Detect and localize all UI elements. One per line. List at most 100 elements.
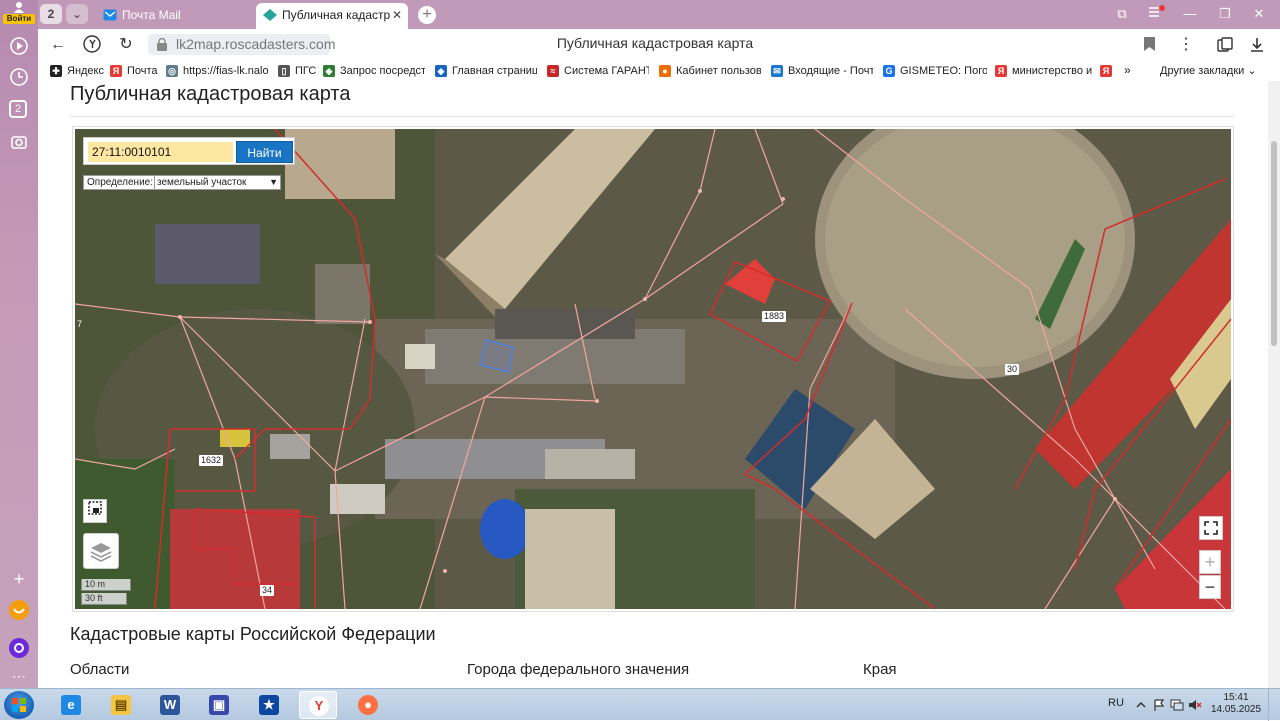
page-heading: Публичная кадастровая карта: [70, 83, 351, 105]
action-center-flag-icon[interactable]: [1152, 698, 1166, 712]
tabs-count-badge[interactable]: 2: [9, 100, 27, 118]
bookmark-item[interactable]: Яминистерство и: [995, 63, 1095, 79]
windows-taskbar: e ▤ W ▣ ★ Y ● RU 15:41 14.05.2025: [0, 688, 1280, 721]
reload-icon[interactable]: ↻: [116, 35, 136, 55]
map-frame: Найти Определение: земельный участок▼ 7 …: [72, 126, 1234, 612]
bookmark-item[interactable]: ✚ Яндекс: [50, 63, 110, 79]
tabs-panel-icon[interactable]: ⧉: [1111, 5, 1133, 23]
parcel-label: 34: [260, 585, 275, 596]
url-field[interactable]: lk2map.roscadasters.com: [148, 34, 336, 55]
yandex-icon: Я: [1100, 65, 1112, 77]
bookmark-item[interactable]: Я: [1100, 63, 1118, 79]
bookmark-icon[interactable]: [1144, 37, 1155, 51]
more-apps-icon[interactable]: ⋯: [9, 666, 29, 686]
url-text: lk2map.roscadasters.com: [176, 36, 336, 52]
camera-icon[interactable]: [9, 132, 29, 152]
tab-cadastral-map[interactable]: Публичная кадастровая карта ✕: [256, 3, 408, 29]
zoom-in-button[interactable]: +: [1199, 550, 1221, 574]
column-heading-territories: Края: [863, 661, 897, 678]
zoom-out-button[interactable]: −: [1199, 575, 1221, 599]
tray-expand-icon[interactable]: [1134, 698, 1148, 712]
volume-muted-icon[interactable]: [1188, 698, 1202, 712]
garant-icon: ≈: [547, 65, 559, 77]
tab-list-chevron-icon[interactable]: ⌄: [66, 4, 88, 24]
login-label: Войти: [3, 14, 35, 24]
page-content: Публичная кадастровая карта 27:11:001010…: [38, 81, 1268, 688]
other-bookmarks[interactable]: Другие закладки ⌄: [1160, 63, 1257, 79]
satellite-map[interactable]: Найти Определение: земельный участок▼ 7 …: [75, 129, 1231, 609]
bookmark-item[interactable]: ≈ Система ГАРАНТ: [547, 63, 649, 79]
bookmark-item[interactable]: ▯ ПГС: [278, 63, 318, 79]
definition-select[interactable]: земельный участок ▼: [154, 176, 280, 189]
page-scrollbar[interactable]: [1268, 81, 1280, 688]
divider: [70, 116, 1234, 117]
taskbar-blue-app[interactable]: ★: [250, 691, 288, 719]
system-clock[interactable]: 15:41 14.05.2025: [1208, 692, 1264, 716]
bookmark-item[interactable]: ◈ Главная страница: [435, 63, 537, 79]
bookmark-item[interactable]: ◎ https://fias-lk.nalo: [166, 63, 270, 79]
select-area-icon[interactable]: [83, 499, 107, 523]
browser-side-rail: Войти 2 + ⋯: [0, 0, 38, 688]
scale-imperial: 30 ft: [81, 593, 127, 605]
input-language[interactable]: RU: [1108, 697, 1124, 709]
tab-counter[interactable]: 2: [40, 4, 62, 24]
layers-button[interactable]: [83, 533, 119, 569]
tab-title: Публичная кадастровая карта: [282, 8, 390, 22]
word-icon: W: [160, 695, 180, 715]
taskbar-ie[interactable]: e: [52, 691, 90, 719]
page-menu-icon[interactable]: ⋮: [1178, 35, 1194, 55]
find-button[interactable]: Найти: [236, 141, 293, 163]
mail-icon: ✉: [771, 65, 783, 77]
network-icon[interactable]: [1170, 698, 1184, 712]
yandex-browser-icon: Y: [309, 696, 329, 716]
definition-label: Определение:: [87, 177, 154, 188]
folder-icon: ▤: [111, 695, 131, 715]
scrollbar-thumb[interactable]: [1271, 141, 1277, 346]
taskbar-explorer[interactable]: ▤: [102, 691, 140, 719]
star-app-icon: ★: [259, 695, 279, 715]
bookmark-item[interactable]: G GISMETEO: Погод: [883, 63, 987, 79]
person-icon: [14, 2, 24, 13]
parcel-label: 1632: [199, 455, 224, 466]
browser-menu-icon[interactable]: [1145, 5, 1167, 23]
internet-explorer-icon: e: [61, 695, 81, 715]
address-bar: ← ↻ lk2map.roscadasters.com Публичная ка…: [38, 29, 1280, 61]
bookmarks-more-icon[interactable]: »: [1124, 63, 1131, 77]
bookmark-item[interactable]: ✉ Входящие - Почта: [771, 63, 873, 79]
cadastral-number-input[interactable]: [88, 142, 233, 162]
clock-time: 15:41: [1223, 692, 1249, 703]
start-button[interactable]: [4, 691, 34, 719]
add-panel-icon[interactable]: +: [9, 569, 29, 589]
back-arrow-icon[interactable]: ←: [48, 35, 68, 55]
chevron-down-icon: ⌄: [1247, 65, 1257, 77]
bookmark-item[interactable]: ◈Запрос посредстве: [323, 63, 425, 79]
market-icon[interactable]: [9, 600, 29, 620]
firefox-icon: ●: [358, 695, 378, 715]
alice-icon[interactable]: [9, 638, 29, 658]
media-play-icon[interactable]: [9, 36, 29, 56]
login-button[interactable]: Войти: [3, 2, 35, 24]
cabinet-icon: ●: [659, 65, 671, 77]
fullscreen-icon: [1204, 521, 1218, 535]
downloads-icon[interactable]: [1248, 36, 1266, 54]
column-heading-federal-cities: Города федерального значения: [467, 661, 690, 678]
taskbar-yandex-browser[interactable]: Y: [299, 691, 337, 719]
close-window-icon[interactable]: ✕: [1248, 5, 1270, 23]
tab-title: Почта Mail: [122, 8, 181, 22]
bookmark-item[interactable]: ● Кабинет пользова: [659, 63, 761, 79]
yandex-logo-icon[interactable]: [82, 35, 102, 55]
new-tab-button[interactable]: +: [418, 6, 436, 24]
restore-icon[interactable]: ❐: [1214, 5, 1236, 23]
yandex-icon: ✚: [50, 65, 62, 77]
taskbar-save-app[interactable]: ▣: [200, 691, 238, 719]
minimize-icon[interactable]: —: [1179, 5, 1201, 23]
show-desktop-button[interactable]: [1268, 689, 1280, 721]
collections-icon[interactable]: [1216, 36, 1234, 54]
history-icon[interactable]: [9, 67, 29, 87]
fullscreen-button[interactable]: [1199, 516, 1223, 540]
globe-icon: ◎: [166, 65, 178, 77]
bookmark-item[interactable]: Я Почта: [110, 63, 166, 79]
taskbar-firefox[interactable]: ●: [349, 691, 387, 719]
close-tab-icon[interactable]: ✕: [392, 3, 402, 27]
taskbar-word[interactable]: W: [151, 691, 189, 719]
